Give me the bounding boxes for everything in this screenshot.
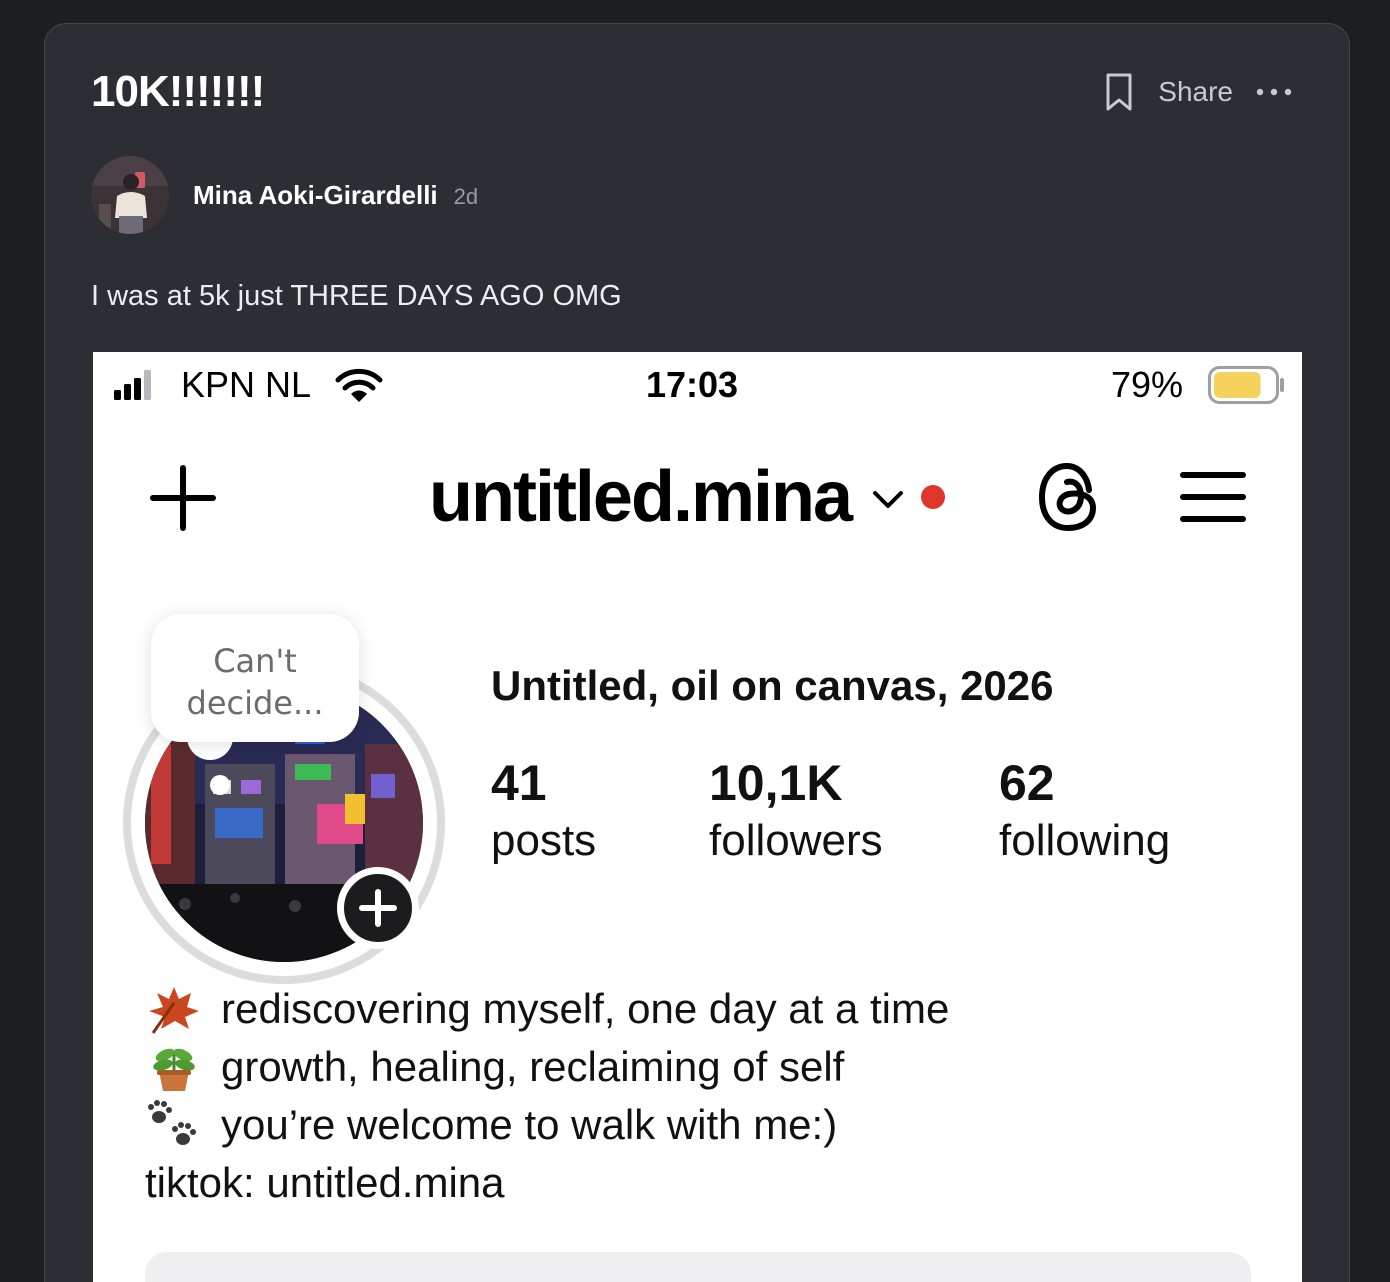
stat-label: followers xyxy=(709,816,883,865)
note-bubble-dot xyxy=(210,775,230,795)
notification-dot xyxy=(921,485,945,509)
author-row: Mina Aoki-Girardelli 2d xyxy=(91,156,478,234)
stat-value: 10,1K xyxy=(709,755,843,811)
add-story-plus-icon xyxy=(359,889,397,927)
post-timestamp: 2d xyxy=(453,184,479,209)
stat-value: 41 xyxy=(491,755,547,811)
bio-line: you’re welcome to walk with me:) xyxy=(145,1096,949,1154)
bio-text: you’re welcome to walk with me:) xyxy=(221,1101,838,1148)
phone-clock: 17:03 xyxy=(646,364,739,405)
profile-display-name: Untitled, oil on canvas, 2026 xyxy=(491,662,1054,709)
potted-plant-icon xyxy=(153,1048,195,1091)
bio-link[interactable]: tiktok: untitled.mina xyxy=(145,1154,949,1212)
stat-posts[interactable]: 41 posts xyxy=(491,754,596,870)
attached-screenshot[interactable]: KPN NL 17:03 79% untitled.mina Can't dec… xyxy=(93,352,1302,1282)
bio-line: rediscovering myself, one day at a time xyxy=(145,980,949,1038)
post-title: 10K!!!!!!! xyxy=(91,67,265,116)
share-button[interactable]: Share xyxy=(1158,76,1233,108)
account-switcher[interactable]: untitled.mina xyxy=(429,456,945,538)
stat-label: following xyxy=(999,816,1171,865)
author-avatar[interactable] xyxy=(91,156,169,234)
author-name[interactable]: Mina Aoki-Girardelli xyxy=(193,180,438,211)
profile-bio: rediscovering myself, one day at a time … xyxy=(145,980,949,1212)
bio-text: growth, healing, reclaiming of self xyxy=(221,1043,845,1090)
add-story-button[interactable] xyxy=(337,867,419,949)
wifi-icon xyxy=(335,368,383,402)
stat-value: 62 xyxy=(999,755,1055,811)
phone-status-bar: KPN NL 17:03 79% xyxy=(93,352,1302,422)
more-options-icon[interactable] xyxy=(1255,85,1293,99)
post-body: I was at 5k just THREE DAYS AGO OMG xyxy=(91,280,622,312)
note-text-line-2: decide... xyxy=(186,684,324,722)
post-card: 10K!!!!!!! Share Mina Aoki-Girardelli 2d xyxy=(44,23,1350,1282)
bio-text: rediscovering myself, one day at a time xyxy=(221,985,950,1032)
cellular-signal-icon xyxy=(114,370,151,400)
hamburger-menu-icon[interactable] xyxy=(1180,470,1246,524)
bookmark-icon[interactable] xyxy=(1104,72,1134,112)
create-plus-icon[interactable] xyxy=(149,464,217,532)
paw-prints-icon xyxy=(148,1100,196,1145)
profile-username: untitled.mina xyxy=(429,457,853,537)
battery-icon xyxy=(1208,366,1284,404)
battery-percentage: 79% xyxy=(1111,364,1184,405)
stat-label: posts xyxy=(491,816,597,865)
profile-nav-bar: untitled.mina xyxy=(93,452,1302,552)
maple-leaf-icon xyxy=(149,987,199,1034)
edit-profile-button[interactable] xyxy=(145,1252,1251,1282)
note-bubble[interactable]: Can't decide... xyxy=(151,614,359,742)
chevron-down-icon xyxy=(873,491,903,508)
post-actions: Share xyxy=(1104,72,1293,112)
stat-followers[interactable]: 10,1K followers xyxy=(709,754,883,870)
note-text-line-1: Can't xyxy=(213,642,297,680)
bio-line: growth, healing, reclaiming of self xyxy=(145,1038,949,1096)
stat-following[interactable]: 62 following xyxy=(999,754,1170,870)
carrier-name: KPN NL xyxy=(181,364,312,405)
threads-icon[interactable] xyxy=(1037,460,1103,534)
